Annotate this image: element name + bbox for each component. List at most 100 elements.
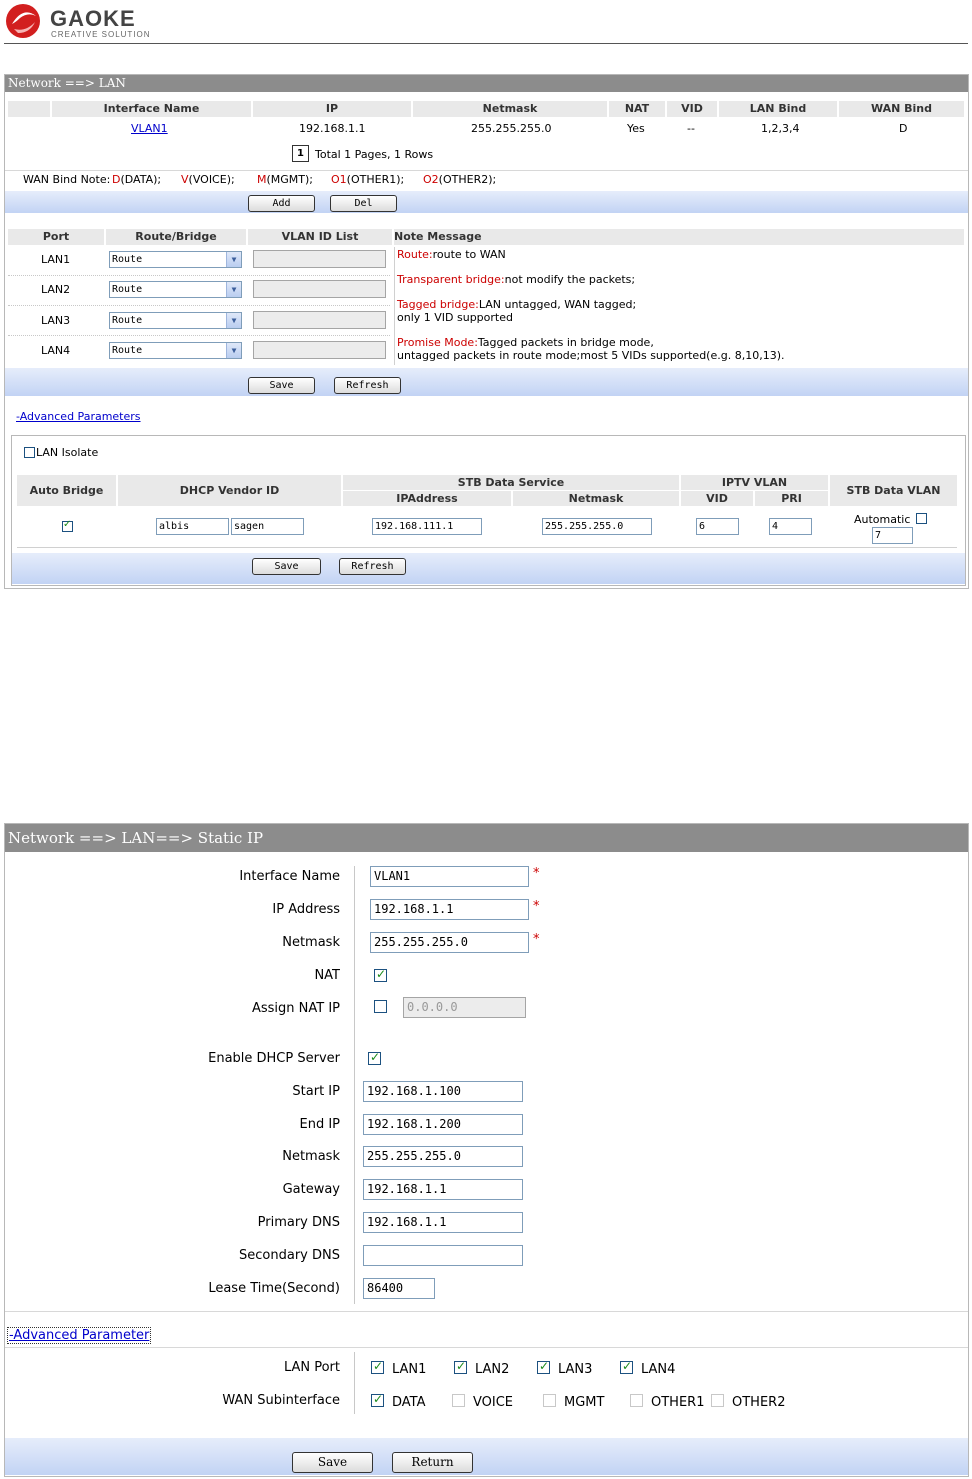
start-ip-input[interactable]: 192.168.1.100 <box>363 1081 523 1102</box>
lan4-label: LAN4 <box>641 1362 676 1377</box>
col-vlan-id-list: VLAN ID List <box>248 229 392 245</box>
col-lan-bind: LAN Bind <box>719 101 837 117</box>
assign-nat-ip-checkbox[interactable] <box>374 1000 387 1013</box>
lan4-checkbox[interactable] <box>620 1359 633 1374</box>
wan-subinterface-label: WAN Subinterface <box>222 1393 340 1408</box>
return-button[interactable]: Return <box>392 1452 473 1473</box>
automatic-checkbox[interactable] <box>916 513 927 524</box>
lan-isolate-checkbox[interactable] <box>24 447 35 458</box>
save-button[interactable]: Save <box>248 377 315 394</box>
advanced-parameters-link[interactable]: -Advanced Parameters <box>16 410 141 423</box>
nat-checkbox[interactable] <box>374 967 387 982</box>
row-divider <box>8 305 390 307</box>
stb-netmask-input[interactable]: 255.255.255.0 <box>542 518 652 535</box>
dhcp-netmask-input[interactable]: 255.255.255.0 <box>363 1146 523 1167</box>
action-bar <box>5 191 968 213</box>
wan-other2-label: OTHER2 <box>732 1395 786 1410</box>
route-bridge-select[interactable]: Route ▼ <box>109 281 242 298</box>
lan-panel: Network ==> LAN Interface Name IP Netmas… <box>4 74 969 589</box>
netmask-input[interactable]: 255.255.255.0 <box>370 932 529 953</box>
col-interface-name: Interface Name <box>52 101 251 117</box>
required-mark: * <box>533 899 540 914</box>
wan-voice-checkbox[interactable] <box>452 1394 465 1407</box>
vlan-id-list-input[interactable] <box>253 250 386 268</box>
chevron-down-icon: ▼ <box>226 252 241 267</box>
checkbox-col-header <box>8 101 50 117</box>
col-netmask: Netmask <box>413 101 607 117</box>
col-wan-bind: WAN Bind <box>839 101 964 117</box>
chevron-down-icon: ▼ <box>226 343 241 358</box>
enable-dhcp-label: Enable DHCP Server <box>208 1051 340 1066</box>
row-divider <box>8 275 390 277</box>
lan-port-label: LAN Port <box>283 1360 340 1375</box>
route-bridge-select[interactable]: Route ▼ <box>109 312 242 329</box>
add-button[interactable]: Add <box>248 195 315 212</box>
wan-bind-note-label: WAN Bind Note: <box>23 173 111 186</box>
wan-note-voice: V(VOICE); <box>181 173 235 186</box>
divider <box>17 547 957 548</box>
col-nat: NAT <box>609 101 665 117</box>
wan-other1-checkbox[interactable] <box>630 1394 643 1407</box>
save-button[interactable]: Save <box>252 558 321 575</box>
note-tagged-bridge-line2: only 1 VID supported <box>397 311 513 324</box>
route-bridge-select[interactable]: Route ▼ <box>109 251 242 268</box>
advanced-parameter-link[interactable]: -Advanced Parameter <box>7 1327 152 1344</box>
col-iptv-vlan: IPTV VLAN <box>681 475 828 490</box>
lan3-checkbox[interactable] <box>537 1359 550 1374</box>
page-number-button[interactable]: 1 <box>292 145 309 162</box>
col-stb-data-vlan: STB Data VLAN <box>830 475 957 506</box>
note-promise-mode: Promise Mode:Tagged packets in bridge mo… <box>397 336 654 349</box>
action-bar <box>12 553 965 584</box>
divider <box>354 1352 355 1414</box>
auto-bridge-checkbox[interactable] <box>62 519 73 532</box>
col-route-bridge: Route/Bridge <box>106 229 246 245</box>
wan-mgmt-checkbox[interactable] <box>543 1394 556 1407</box>
enable-dhcp-checkbox[interactable] <box>368 1050 381 1065</box>
del-button[interactable]: Del <box>330 195 397 212</box>
col-vid: VID <box>681 491 753 506</box>
wan-other2-checkbox[interactable] <box>711 1394 724 1407</box>
interface-name-input[interactable]: VLAN1 <box>370 866 529 887</box>
divider <box>5 170 968 171</box>
divider <box>354 866 355 1304</box>
end-ip-input[interactable]: 192.168.1.200 <box>363 1114 523 1135</box>
ip-address-input[interactable]: 192.168.1.1 <box>370 899 529 920</box>
primary-dns-input[interactable]: 192.168.1.1 <box>363 1212 523 1233</box>
row-divider <box>8 335 390 337</box>
refresh-button[interactable]: Refresh <box>334 377 401 394</box>
wan-note-other1: O1(OTHER1); <box>331 173 405 186</box>
lan-isolate-label: LAN Isolate <box>36 446 99 459</box>
lan1-checkbox[interactable] <box>371 1359 384 1374</box>
vendor-id-input-1[interactable]: albis <box>156 518 229 535</box>
assign-nat-ip-input[interactable]: 0.0.0.0 <box>403 997 526 1018</box>
row-ip: 192.168.1.1 <box>299 122 366 135</box>
action-bar <box>5 368 968 396</box>
col-vid: VID <box>667 101 717 117</box>
gateway-input[interactable]: 192.168.1.1 <box>363 1179 523 1200</box>
stb-ip-address-input[interactable]: 192.168.111.1 <box>372 518 482 535</box>
secondary-dns-input[interactable] <box>363 1245 523 1266</box>
vlan-id-list-input[interactable] <box>253 341 386 359</box>
col-dhcp-vendor-id: DHCP Vendor ID <box>118 475 341 506</box>
iptv-pri-input[interactable]: 4 <box>769 518 812 535</box>
interface-link[interactable]: VLAN1 <box>131 122 168 135</box>
lan2-checkbox[interactable] <box>454 1359 467 1374</box>
route-bridge-select[interactable]: Route ▼ <box>109 342 242 359</box>
header-divider <box>4 43 968 44</box>
row-vid: -- <box>687 122 695 135</box>
port-label: LAN4 <box>41 344 71 357</box>
iptv-vid-input[interactable]: 6 <box>696 518 739 535</box>
vlan-id-list-input[interactable] <box>253 280 386 298</box>
vendor-id-input-2[interactable]: sagen <box>231 518 304 535</box>
refresh-button[interactable]: Refresh <box>339 558 406 575</box>
lease-time-input[interactable]: 86400 <box>363 1278 435 1299</box>
vlan-id-list-input[interactable] <box>253 311 386 329</box>
col-pri: PRI <box>755 491 828 506</box>
wan-data-checkbox[interactable] <box>371 1392 384 1407</box>
save-button[interactable]: Save <box>292 1452 373 1473</box>
note-route: Route:route to WAN <box>397 248 506 261</box>
secondary-dns-label: Secondary DNS <box>239 1248 340 1263</box>
automatic-label: Automatic <box>854 513 911 526</box>
stb-data-vlan-input[interactable]: 7 <box>872 527 913 544</box>
divider <box>5 1311 968 1312</box>
